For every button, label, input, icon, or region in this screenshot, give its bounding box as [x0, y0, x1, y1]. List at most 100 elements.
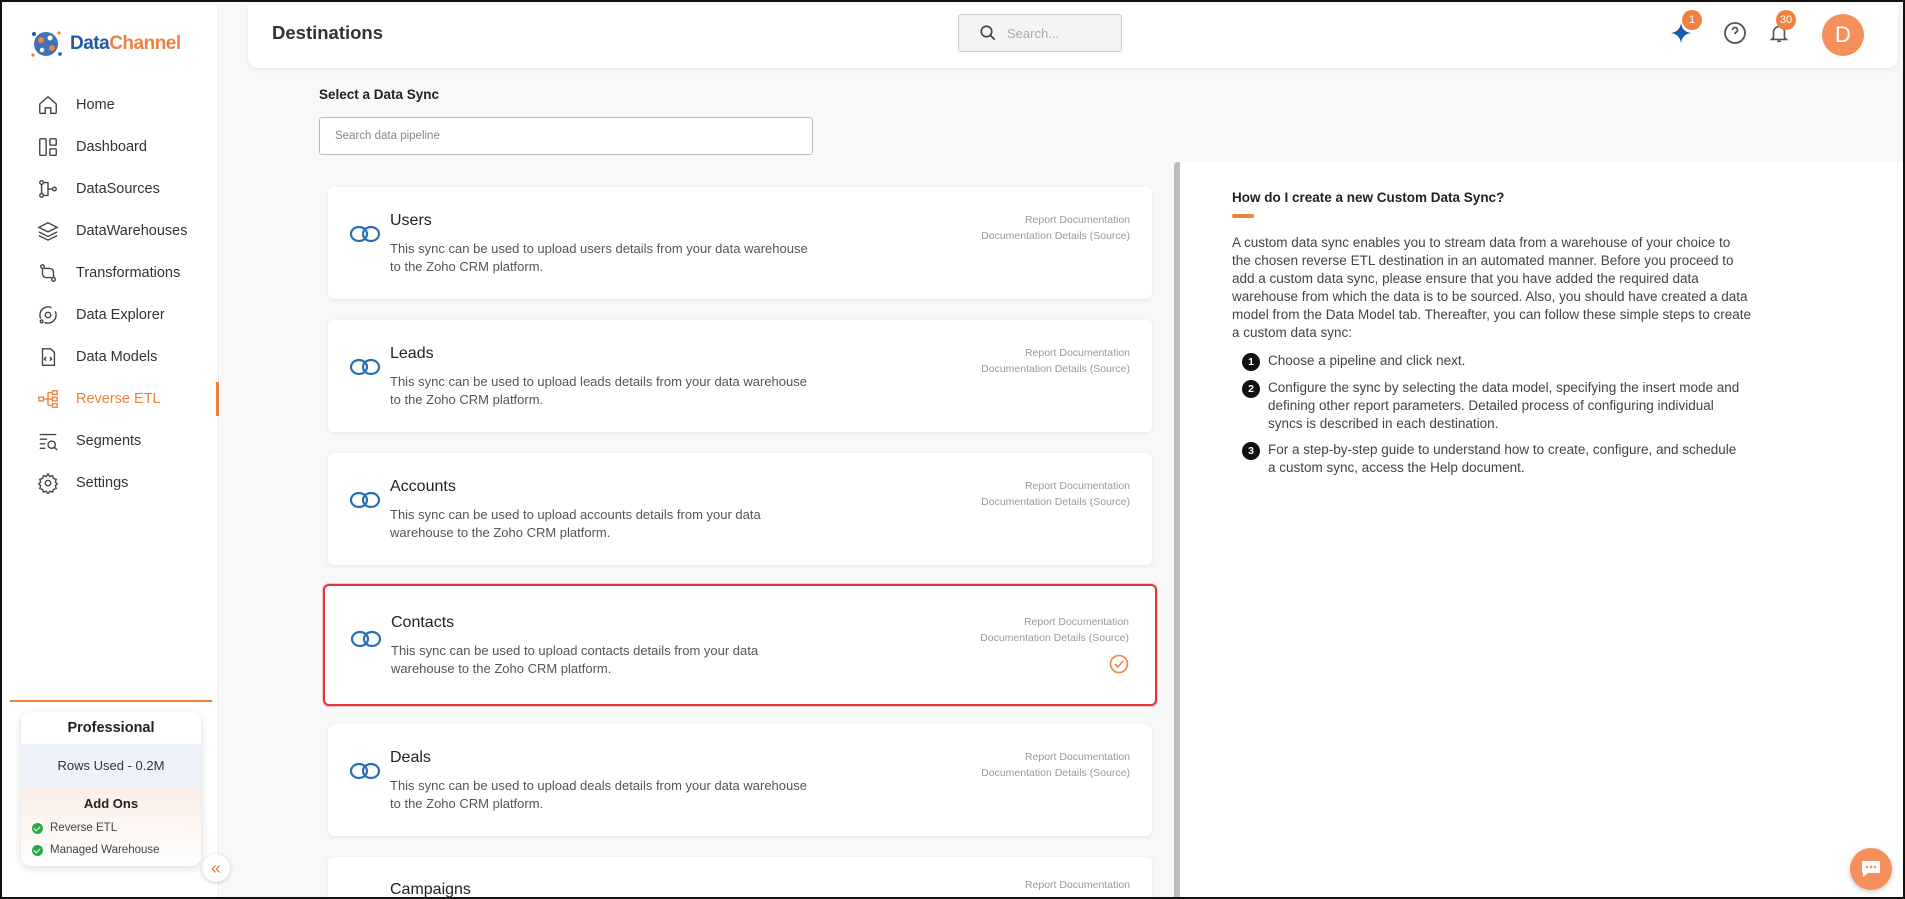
- notifications-badge: 30: [1776, 10, 1796, 30]
- doc-links: Report Documentation Documentation Detail…: [980, 614, 1129, 646]
- check-circle-icon: [32, 822, 43, 834]
- doc-links: Report Documentation Documentation Detail…: [981, 212, 1130, 244]
- data-models-icon: [36, 345, 60, 369]
- global-search-input[interactable]: Search...: [958, 14, 1122, 52]
- help-accent-bar: [1232, 214, 1254, 218]
- layers-icon: [36, 219, 60, 243]
- sync-title: Leads: [390, 345, 434, 362]
- sidebar-nav: Home Dashboard DataSources DataWarehouse…: [4, 84, 219, 504]
- sidebar-item-label: Home: [76, 97, 115, 113]
- addon-item: Managed Warehouse: [21, 839, 201, 861]
- sidebar-item-label: Transformations: [76, 265, 181, 281]
- sidebar-item-data-models[interactable]: Data Models: [4, 336, 219, 378]
- sync-description: This sync can be used to upload contacts…: [391, 643, 759, 676]
- search-icon: [979, 24, 997, 42]
- sync-description: This sync can be used to upload deals de…: [390, 778, 807, 811]
- step-number: 1: [1242, 353, 1260, 371]
- addon-item: Reverse ETL: [21, 817, 201, 839]
- sync-description: This sync can be used to upload leads de…: [390, 374, 807, 407]
- sidebar-item-label: Settings: [76, 475, 129, 491]
- sync-title: Campaigns: [390, 881, 471, 898]
- help-steps: 1 Choose a pipeline and click next. 2 Conf…: [1242, 352, 1747, 485]
- sidebar-item-transformations[interactable]: Transformations: [4, 252, 219, 294]
- documentation-details-link[interactable]: Documentation Details (Source): [981, 361, 1130, 377]
- rows-used: Rows Used - 0.2M: [21, 744, 201, 788]
- datasources-icon: [36, 177, 60, 201]
- sidebar-item-datasources[interactable]: DataSources: [4, 168, 219, 210]
- dashboard-icon: [36, 135, 60, 159]
- addons-section: Add Ons Reverse ETL Managed Warehouse: [21, 788, 201, 866]
- sync-card-deals[interactable]: Deals This sync can be used to upload de…: [328, 724, 1152, 836]
- step-text: For a step-by-step guide to understand h…: [1268, 442, 1737, 475]
- report-documentation-link[interactable]: Report Documentation: [981, 345, 1130, 361]
- brand-name: DataChannel: [70, 33, 181, 54]
- step-text: Configure the sync by selecting the data…: [1268, 380, 1740, 431]
- zoho-link-icon: [350, 630, 382, 648]
- documentation-details-link[interactable]: Documentation Details (Source): [981, 228, 1130, 244]
- sidebar-item-reverse-etl[interactable]: Reverse ETL: [4, 378, 219, 420]
- sync-card-leads[interactable]: Leads This sync can be used to upload le…: [328, 320, 1152, 432]
- report-documentation-link[interactable]: Report Documentation: [980, 614, 1129, 630]
- documentation-details-link[interactable]: Documentation Details (Source): [980, 630, 1129, 646]
- sidebar-item-data-explorer[interactable]: Data Explorer: [4, 294, 219, 336]
- zoho-link-icon: [349, 358, 381, 376]
- report-documentation-link[interactable]: Report Documentation: [981, 749, 1130, 765]
- zoho-link-icon: [349, 225, 381, 243]
- sidebar-item-label: Reverse ETL: [76, 391, 161, 407]
- brand-logo[interactable]: DataChannel: [28, 26, 181, 62]
- help-step: 3 For a step-by-step guide to understand …: [1242, 441, 1747, 477]
- sync-title: Users: [390, 212, 432, 229]
- pipeline-search-input[interactable]: Search data pipeline: [319, 117, 813, 155]
- help-panel: How do I create a new Custom Data Sync? …: [1180, 162, 1903, 897]
- help-circle-icon: [1724, 22, 1746, 44]
- report-documentation-link[interactable]: Report Documentation: [981, 478, 1130, 494]
- sync-card-campaigns[interactable]: Campaigns Report Documentation: [328, 857, 1152, 897]
- sync-title: Contacts: [391, 614, 455, 631]
- doc-links: Report Documentation Documentation Detail…: [981, 345, 1130, 377]
- sidebar-item-label: DataSources: [76, 181, 160, 197]
- top-bar: Destinations Search... 1 30 D: [248, 4, 1898, 68]
- step-text: Choose a pipeline and click next.: [1268, 353, 1466, 368]
- sidebar-item-label: Data Models: [76, 349, 158, 365]
- collapse-sidebar-button[interactable]: «: [202, 854, 230, 882]
- zoho-link-icon: [349, 762, 381, 780]
- report-documentation-link[interactable]: Report Documentation: [981, 212, 1130, 228]
- sidebar-item-segments[interactable]: Segments: [4, 420, 219, 462]
- home-icon: [36, 93, 60, 117]
- help-button[interactable]: [1722, 20, 1748, 46]
- search-placeholder: Search...: [1007, 25, 1060, 41]
- sync-title: Deals: [390, 749, 431, 766]
- chat-support-button[interactable]: [1850, 848, 1892, 890]
- sidebar-item-settings[interactable]: Settings: [4, 462, 219, 504]
- explorer-icon: [36, 303, 60, 327]
- app-window: DataChannel Home Dashboard DataSources D…: [0, 0, 1905, 899]
- documentation-details-link[interactable]: Documentation Details (Source): [981, 765, 1130, 781]
- sidebar-item-home[interactable]: Home: [4, 84, 219, 126]
- sidebar-item-dashboard[interactable]: Dashboard: [4, 126, 219, 168]
- main-content: Destinations Search... 1 30 D Select a D…: [220, 4, 1903, 897]
- help-step: 1 Choose a pipeline and click next.: [1242, 352, 1747, 371]
- notifications-button[interactable]: 30: [1766, 10, 1796, 46]
- step-number: 2: [1242, 380, 1260, 398]
- doc-links: Report Documentation Documentation Detail…: [981, 749, 1130, 781]
- avatar[interactable]: D: [1822, 14, 1864, 56]
- gear-icon: [36, 471, 60, 495]
- divider: [10, 700, 212, 702]
- zoho-link-icon: [349, 491, 381, 509]
- sync-card-contacts[interactable]: Contacts This sync can be used to upload…: [323, 584, 1157, 706]
- sidebar-item-label: Segments: [76, 433, 142, 449]
- addons-title: Add Ons: [83, 796, 139, 811]
- sidebar-item-datawarehouses[interactable]: DataWarehouses: [4, 210, 219, 252]
- report-documentation-link[interactable]: Report Documentation: [1025, 877, 1130, 893]
- plan-name: Professional: [67, 720, 155, 736]
- ai-sparkle-button[interactable]: 1: [1668, 10, 1702, 46]
- help-body: A custom data sync enables you to stream…: [1232, 235, 1752, 340]
- documentation-details-link[interactable]: Documentation Details (Source): [981, 494, 1130, 510]
- sync-card-accounts[interactable]: Accounts This sync can be used to upload…: [328, 453, 1152, 565]
- reverse-etl-icon: [36, 387, 60, 411]
- plan-card: Professional Rows Used - 0.2M Add Ons Re…: [21, 712, 201, 866]
- transformations-icon: [36, 261, 60, 285]
- sync-card-users[interactable]: Users This sync can be used to upload us…: [328, 187, 1152, 299]
- sidebar-item-label: DataWarehouses: [76, 223, 188, 239]
- step-number: 3: [1242, 442, 1260, 460]
